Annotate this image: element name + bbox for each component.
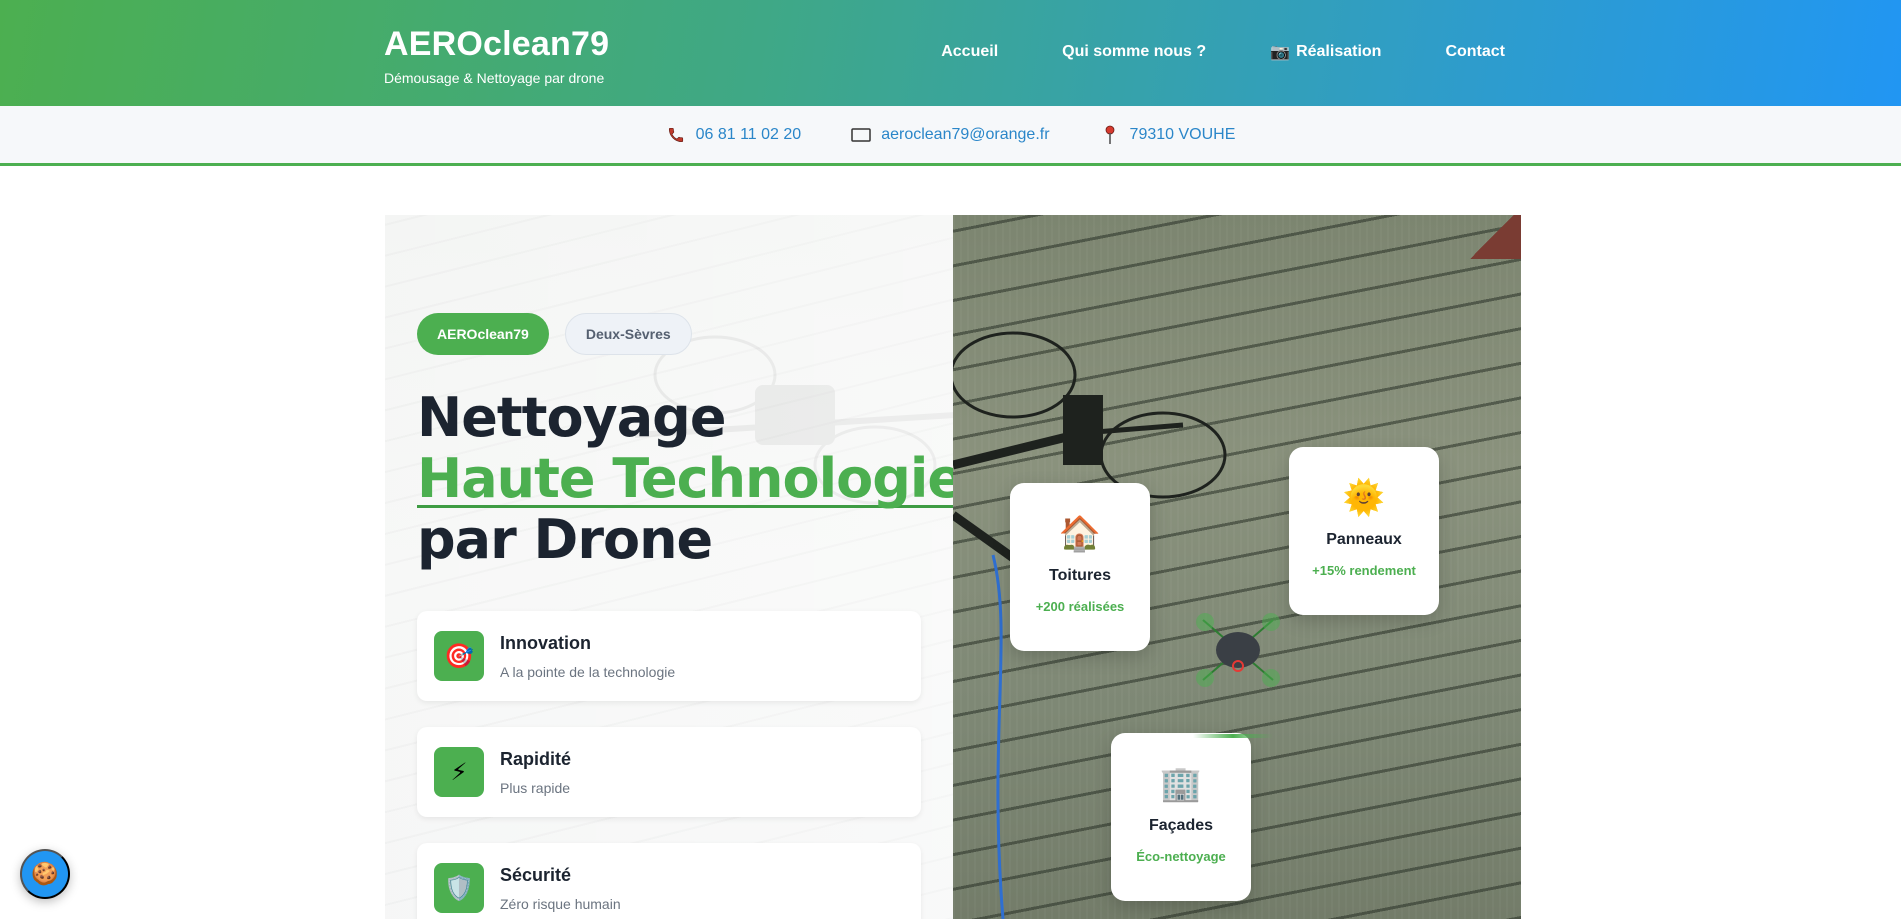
phone-number: 06 81 11 02 20 bbox=[695, 125, 802, 143]
feature-innovation: 🎯 Innovation A la pointe de la technolog… bbox=[417, 611, 921, 701]
nav-contact[interactable]: Contact bbox=[1445, 43, 1505, 61]
phone-icon bbox=[666, 125, 686, 145]
tag-region: Deux-Sèvres bbox=[564, 313, 692, 355]
feature-title: Innovation bbox=[500, 632, 591, 653]
brand-title[interactable]: AEROclean79 bbox=[384, 24, 609, 64]
contact-phone[interactable]: 06 81 11 02 20 bbox=[666, 125, 802, 145]
card-subtitle: Éco-nettoyage bbox=[1136, 849, 1226, 864]
feature-desc: Plus rapide bbox=[500, 779, 571, 796]
headline-line-1: Nettoyage bbox=[417, 386, 726, 449]
shield-icon: 🛡️ bbox=[434, 863, 484, 913]
lightning-icon: ⚡ bbox=[434, 747, 484, 797]
roof-edge bbox=[1463, 215, 1521, 259]
card-facades: 🏢 Façades Éco-nettoyage bbox=[1111, 733, 1251, 901]
hero-tags: AEROclean79 Deux-Sèvres bbox=[417, 313, 692, 355]
nav-qui-sommes-nous[interactable]: Qui somme nous ? bbox=[1062, 43, 1206, 61]
feature-title: Sécurité bbox=[500, 864, 572, 885]
brand-subtitle: Démousage & Nettoyage par drone bbox=[384, 70, 605, 86]
camera-icon: 📷 bbox=[1270, 44, 1291, 61]
nav-qui-label: Qui somme nous ? bbox=[1062, 43, 1207, 60]
feature-securite: 🛡️ Sécurité Zéro risque humain bbox=[417, 843, 921, 919]
cookie-icon: 🍪 bbox=[31, 861, 59, 886]
site-header: AEROclean79 Démousage & Nettoyage par dr… bbox=[0, 0, 1901, 106]
nav-accueil[interactable]: Accueil bbox=[941, 43, 998, 61]
card-panneaux: 🌞 Panneaux +15% rendement bbox=[1289, 447, 1439, 615]
hero-image: 🏠 Toitures +200 réalisées 🌞 Panneaux +15… bbox=[953, 215, 1521, 919]
envelope-icon bbox=[851, 125, 871, 145]
headline-line-3: par Drone bbox=[417, 508, 713, 571]
headline-line-2: Haute Technologie bbox=[417, 452, 953, 508]
house-icon: 🏠 bbox=[1058, 515, 1102, 553]
drone-beam bbox=[1193, 734, 1273, 738]
contact-location[interactable]: 79310 VOUHE bbox=[1100, 125, 1236, 145]
nav-realisation[interactable]: 📷 Réalisation bbox=[1270, 42, 1381, 62]
card-toitures: 🏠 Toitures +200 réalisées bbox=[1010, 483, 1150, 651]
contact-bar: 06 81 11 02 20 aeroclean79@orange.fr 793… bbox=[0, 106, 1901, 166]
building-icon: 🏢 bbox=[1159, 765, 1203, 803]
hero-left-panel: AEROclean79 Deux-Sèvres Nettoyage Haute … bbox=[385, 215, 953, 919]
nav-accueil-label: Accueil bbox=[941, 43, 999, 60]
card-subtitle: +200 réalisées bbox=[1035, 599, 1125, 614]
feature-rapidite: ⚡ Rapidité Plus rapide bbox=[417, 727, 921, 817]
brand[interactable]: AEROclean79 Démousage & Nettoyage par dr… bbox=[384, 24, 609, 86]
email-address: aeroclean79@orange.fr bbox=[881, 125, 1050, 143]
card-title: Panneaux bbox=[1326, 531, 1402, 548]
pin-icon bbox=[1100, 125, 1120, 145]
main-nav: Accueil Qui somme nous ? 📷 Réalisation Co… bbox=[941, 42, 1505, 62]
location-text: 79310 VOUHE bbox=[1129, 125, 1236, 143]
hero-section: AEROclean79 Deux-Sèvres Nettoyage Haute … bbox=[385, 215, 1521, 919]
nav-contact-label: Contact bbox=[1445, 43, 1505, 60]
card-title: Toitures bbox=[1049, 567, 1111, 584]
card-title: Façades bbox=[1148, 817, 1214, 834]
cookie-settings-button[interactable]: 🍪 bbox=[20, 849, 70, 899]
feature-desc: Zéro risque humain bbox=[500, 895, 621, 912]
mini-drone-icon bbox=[1196, 613, 1280, 687]
target-icon: 🎯 bbox=[434, 631, 484, 681]
nav-realisation-label: Réalisation bbox=[1296, 43, 1382, 60]
tag-brand: AEROclean79 bbox=[417, 313, 549, 355]
feature-desc: A la pointe de la technologie bbox=[500, 663, 676, 680]
sun-icon: 🌞 bbox=[1342, 479, 1386, 517]
hero-headline: Nettoyage Haute Technologie par Drone bbox=[417, 387, 953, 570]
feature-title: Rapidité bbox=[500, 748, 572, 769]
card-subtitle: +15% rendement bbox=[1312, 563, 1416, 578]
contact-email[interactable]: aeroclean79@orange.fr bbox=[851, 125, 1050, 145]
